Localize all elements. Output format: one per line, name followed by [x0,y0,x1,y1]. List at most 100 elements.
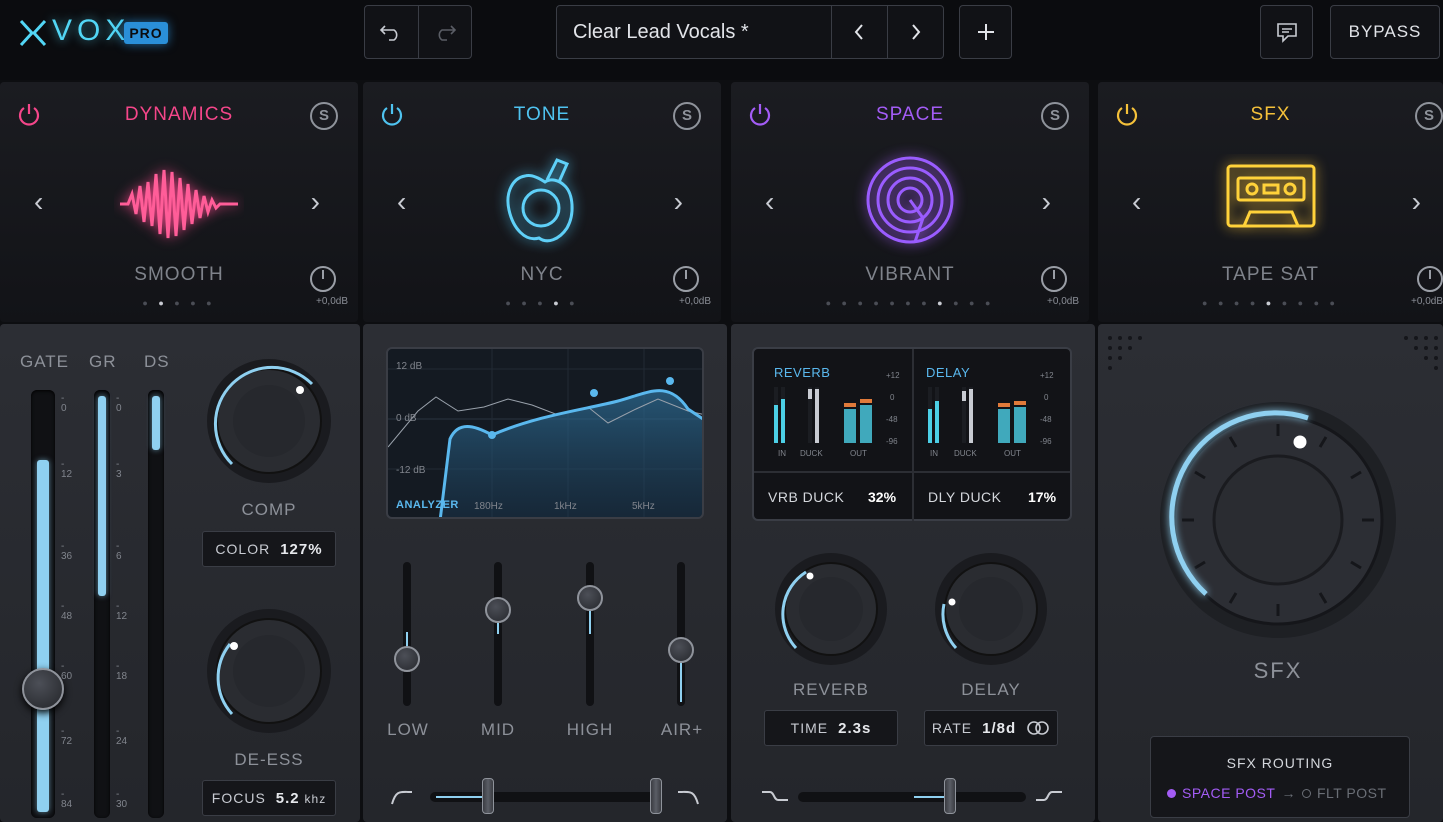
space-preset-name: VIBRANT [865,264,955,285]
tone-gain-knob[interactable] [673,266,699,292]
undo-icon [380,25,398,41]
bypass-button[interactable]: BYPASS [1330,5,1440,59]
space-mix-fill [914,796,948,798]
high-fader-handle[interactable] [577,585,603,611]
highpass-handle[interactable] [482,778,494,814]
eq-display[interactable]: 12 dB 0 dB -12 dB ANALYZER 180Hz 1kHz 5k… [386,347,704,519]
reverb-knob[interactable] [772,550,890,668]
gr-meter-fill [98,396,106,596]
gate-scale-tick: - 36 [61,541,73,562]
analyzer-toggle[interactable]: ANALYZER [396,499,459,511]
gr-scale-tick: - 24 [116,726,128,747]
color-value-box[interactable]: COLOR 127% [202,531,336,567]
sfx-prev-button[interactable]: ‹ [1132,186,1141,218]
dynamics-prev-button[interactable]: ‹ [34,186,43,218]
sync-rings-icon[interactable] [1026,720,1050,736]
preset-prev-button[interactable] [832,6,888,58]
low-fader-handle[interactable] [394,646,420,672]
sfx-knob[interactable] [1158,400,1398,640]
mid-fader-handle[interactable] [485,597,511,623]
delay-duck-label: DUCK [954,449,977,458]
space-mix-handle[interactable] [944,778,956,814]
reverb-scale-tick: +12 [886,371,900,380]
tone-gain-value: +0,0dB [679,296,711,307]
de-ess-knob[interactable] [204,606,334,736]
flt-post-option[interactable]: FLT POST [1317,785,1387,801]
air-band-label: AIR+ [660,720,704,739]
undo-redo-group [364,5,472,59]
gate-scale-tick: - 84 [61,789,73,810]
preset-next-button[interactable] [887,6,943,58]
waveform-icon [120,169,238,239]
eq-freq-label: 180Hz [474,501,503,512]
vrb-duck-value[interactable]: 32% [868,489,896,505]
space-post-option[interactable]: SPACE POST [1182,785,1275,801]
undo-button[interactable] [365,6,419,58]
dly-duck-value[interactable]: 17% [1028,489,1056,505]
space-gain-knob[interactable] [1041,266,1067,292]
tone-prev-button[interactable]: ‹ [397,186,406,218]
sfx-title: SFX [1250,104,1291,125]
rate-value-box[interactable]: RATE 1/8d [924,710,1058,746]
logo-pro-badge: PRO [124,22,168,44]
de-ess-label: DE-ESS [234,750,304,769]
comp-knob[interactable] [204,356,334,486]
filter-range-fill-low [436,796,486,798]
highpass-icon [391,790,413,805]
high-band-label: HIGH [566,720,614,739]
reverb-duck-label: DUCK [800,449,823,458]
dly-duck-label: DLY DUCK [928,489,1002,505]
gr-scale-tick: - 0 [116,393,122,414]
time-value-box[interactable]: TIME 2.3s [764,710,898,746]
sfx-next-button[interactable]: › [1412,186,1421,218]
gr-label: GR [89,352,117,371]
sfx-knob-label: SFX [1253,658,1303,683]
focus-unit: khz [304,791,327,806]
logo-text: VOX [52,14,131,47]
add-preset-button[interactable] [959,5,1012,59]
reverb-knob-label: REVERB [793,680,869,699]
space-prev-button[interactable]: ‹ [765,186,774,218]
redo-button[interactable] [419,6,472,58]
mid-band-label: MID [480,720,516,739]
sfx-routing-box: SFX ROUTING SPACE POST → FLT POST [1150,736,1410,818]
space-meter-display: REVERB DELAY IN DUCK OUT +12 0 -48 -96 I… [752,347,1072,521]
space-next-button[interactable]: › [1042,186,1051,218]
air-fader-handle[interactable] [668,637,694,663]
gate-scale-tick: - 48 [61,601,73,622]
module-dynamics: DYNAMICS S ‹ › SMOOTH ● ● ● ● ● +0,0dB [0,82,358,322]
rate-label: RATE [931,720,973,736]
mid-fader-track[interactable] [494,562,502,706]
sfx-solo-button[interactable]: S [1415,102,1443,130]
eq-db-label: 12 dB [396,361,423,372]
chevron-left-icon [855,24,864,40]
space-solo-button[interactable]: S [1041,102,1069,130]
module-space: SPACE S ‹ › VIBRANT ● ● ● ● ● ● ● ● ● ● … [731,82,1089,322]
delay-knob[interactable] [932,550,1050,668]
lowpass-handle[interactable] [650,778,662,814]
feedback-button[interactable] [1260,5,1313,59]
space-post-radio[interactable] [1167,788,1176,798]
focus-value-box[interactable]: FOCUS 5.2 khz [202,780,336,816]
flt-post-radio[interactable] [1301,788,1311,798]
gr-scale-tick: - 30 [116,789,128,810]
delay-in-label: IN [930,449,938,458]
gate-label: GATE [20,352,70,371]
delay-meters [928,387,1026,443]
reverb-scale-tick: -96 [886,437,898,446]
tone-next-button[interactable]: › [674,186,683,218]
gate-slider-handle[interactable] [22,668,64,710]
space-display-divider [912,349,914,521]
space-mix-track[interactable] [798,792,1026,802]
sfx-routing-options: SPACE POST → FLT POST [1167,785,1387,801]
dynamics-gain-knob[interactable] [310,266,336,292]
tone-solo-button[interactable]: S [673,102,701,130]
dynamics-solo-button[interactable]: S [310,102,338,130]
sfx-gain-knob[interactable] [1417,266,1443,292]
high-fader-track[interactable] [586,562,594,706]
preset-name[interactable]: Clear Lead Vocals * [557,6,832,58]
space-preset-dots: ● ● ● ● ● ● ● ● ● ● ● [825,298,995,308]
dynamics-next-button[interactable]: › [311,186,320,218]
focus-value: 5.2 [275,789,300,807]
preset-selector: Clear Lead Vocals * [556,5,944,59]
